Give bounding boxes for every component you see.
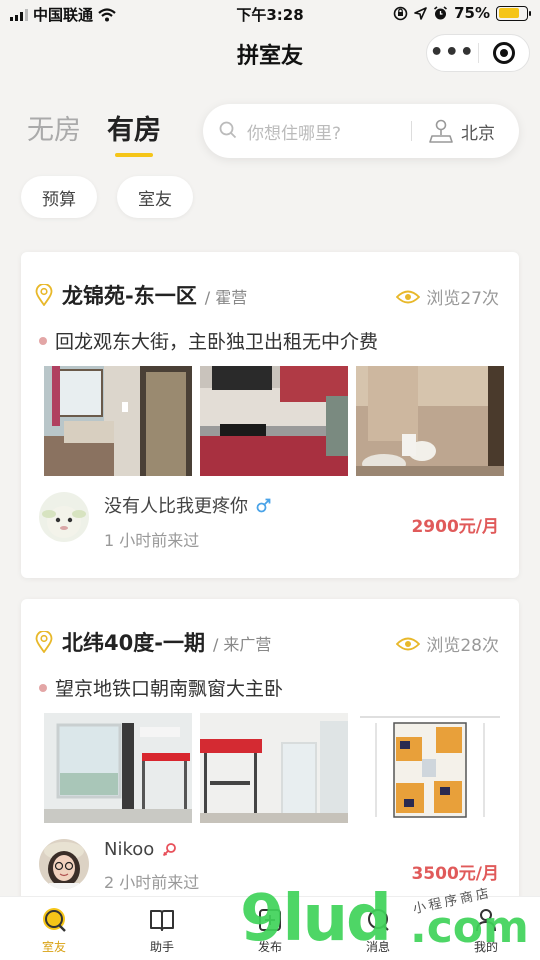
room-photo-bedroom[interactable] (44, 366, 192, 476)
room-photo-kitchen[interactable] (200, 366, 348, 476)
location-pin-icon (35, 631, 53, 653)
battery-fill (498, 8, 519, 18)
tab-assistant[interactable]: 助手 (108, 897, 216, 960)
budget-filter[interactable]: 预算 (21, 176, 97, 218)
listing-area: / 霍营 (204, 288, 248, 307)
tab-mine[interactable]: 我的 (432, 897, 540, 960)
avatar[interactable] (39, 839, 89, 889)
mini-program-capsule: ••• (426, 34, 530, 72)
poster-name: Nikoo (104, 839, 155, 860)
eye-icon (396, 290, 421, 303)
view-count-label: 浏览28次 (426, 636, 499, 656)
search-icon (219, 121, 237, 139)
search-divider (411, 121, 412, 141)
poster-info: 没有人比我更疼你 1 小时前来过 (39, 492, 271, 551)
poster-name: 没有人比我更疼你 (104, 496, 248, 517)
room-photo-bathroom[interactable] (356, 366, 504, 476)
tab-has-room[interactable]: 有房 (107, 108, 161, 157)
profile-icon (476, 909, 496, 932)
tab-label: 发布 (257, 940, 282, 954)
room-photo-bedroom[interactable] (44, 713, 192, 823)
tab-label: 消息 (365, 940, 390, 954)
tab-label: 我的 (473, 940, 498, 954)
poster-text: Nikoo 2 小时前来过 (104, 839, 199, 893)
listing-description-text: 回龙观东大街，主卧独卫出租无中介费 (55, 331, 379, 353)
roommate-icon (43, 908, 66, 932)
status-right: 75% (393, 4, 531, 22)
listing-title: 龙锦苑-东一区 (62, 284, 197, 308)
listing-area: / 来广营 (212, 635, 272, 654)
listing-header: 北纬40度-一期 / 来广营 (35, 627, 271, 657)
search-bar[interactable]: 你想住哪里? 北京 (203, 104, 519, 158)
listing-card[interactable]: 龙锦苑-东一区 / 霍营 浏览27次 回龙观东大街，主卧独卫出租无中介费 没有人… (21, 252, 519, 578)
publish-icon (259, 909, 281, 931)
battery-icon (496, 5, 531, 21)
filters: 预算 室友 (21, 176, 193, 218)
tab-roommate[interactable]: 室友 (0, 897, 108, 960)
tab-label: 室友 (41, 940, 66, 954)
listing-header: 龙锦苑-东一区 / 霍营 (35, 280, 247, 310)
rotation-lock-icon (393, 6, 408, 20)
roommate-filter[interactable]: 室友 (117, 176, 193, 218)
listing-description-text: 望京地铁口朝南飘窗大主卧 (55, 678, 284, 700)
location-pin-icon (35, 284, 53, 306)
bullet-dot (39, 336, 47, 345)
listing-price: 2900元/月 (411, 517, 499, 537)
location-arrow-icon (414, 6, 427, 20)
listing-description: 望京地铁口朝南飘窗大主卧 (39, 674, 283, 701)
bullet-dot (39, 683, 47, 692)
nav-bar: 拼室友 ••• (0, 28, 540, 80)
room-photo-loft[interactable] (200, 713, 348, 823)
book-icon (150, 910, 174, 931)
female-icon (163, 843, 177, 857)
listing-photos (44, 366, 504, 476)
close-button[interactable] (478, 42, 529, 64)
listing-card[interactable]: 北纬40度-一期 / 来广营 浏览28次 望京地铁口朝南飘窗大主卧 Nikoo … (21, 599, 519, 925)
listing-title: 北纬40度-一期 (62, 631, 205, 655)
listing-description: 回龙观东大街，主卧独卫出租无中介费 (39, 327, 378, 354)
last-active-time: 1 小时前来过 (104, 531, 200, 550)
view-count: 浏览28次 (396, 631, 499, 656)
poster-text: 没有人比我更疼你 1 小时前来过 (104, 492, 271, 551)
view-count-label: 浏览27次 (426, 289, 499, 309)
listing-price: 3500元/月 (411, 864, 499, 884)
poster-name-row: Nikoo (104, 839, 199, 860)
message-icon (368, 909, 389, 931)
search-placeholder: 你想住哪里? (247, 124, 342, 144)
avatar[interactable] (39, 492, 89, 542)
poster-name-row: 没有人比我更疼你 (104, 492, 271, 518)
status-bar: 中国联通 下午3:28 75% (0, 0, 540, 28)
poster-info: Nikoo 2 小时前来过 (39, 839, 199, 893)
room-type-tabs: 无房 有房 (27, 108, 161, 157)
alarm-icon (434, 5, 448, 19)
eye-icon (396, 637, 421, 650)
battery-percent: 75% (454, 4, 490, 22)
last-active-time: 2 小时前来过 (104, 873, 200, 892)
city-location-icon (429, 119, 453, 143)
listing-photos (44, 713, 504, 823)
bottom-tab-bar: 室友 助手 发布 消息 我的 (0, 896, 540, 960)
more-button[interactable]: ••• (427, 42, 478, 64)
male-icon (256, 498, 271, 512)
city-selector[interactable]: 北京 (461, 119, 495, 144)
tab-publish[interactable]: 发布 (216, 897, 324, 960)
tab-messages[interactable]: 消息 (324, 897, 432, 960)
view-count: 浏览27次 (396, 284, 499, 309)
target-icon (492, 42, 515, 64)
floor-plan-image[interactable] (356, 713, 504, 823)
tab-no-room[interactable]: 无房 (27, 108, 81, 147)
tab-label: 助手 (149, 940, 174, 954)
